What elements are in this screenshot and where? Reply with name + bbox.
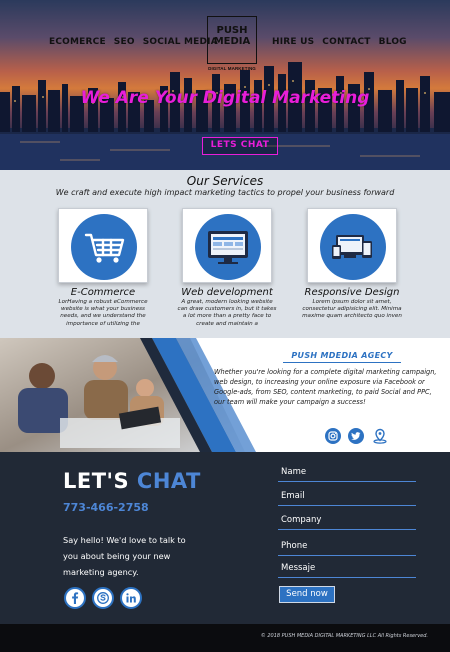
facebook-button[interactable] bbox=[64, 587, 86, 609]
service-text-ecommerce: LorHaving a robust eCommerce website is … bbox=[58, 299, 148, 327]
skype-button[interactable] bbox=[92, 587, 114, 609]
nav-link-contact[interactable]: CONTACT bbox=[322, 37, 370, 47]
shopping-cart-icon bbox=[84, 233, 125, 263]
service-title-web-development: Web development bbox=[181, 287, 273, 298]
logo-line-2: MEDIA bbox=[213, 36, 251, 47]
name-field[interactable]: Name bbox=[278, 464, 416, 482]
nav-link-blog[interactable]: BLOG bbox=[379, 37, 407, 47]
agency-text: Whether you're looking for a complete di… bbox=[214, 368, 437, 406]
services-title: Our Services bbox=[186, 174, 264, 188]
service-card-responsive-design[interactable] bbox=[307, 208, 397, 283]
send-now-button[interactable]: Send now bbox=[279, 586, 335, 603]
lets-chat-heading: LET'S CHAT bbox=[63, 469, 201, 493]
copyright-text: © 2018 PUSH MEDIA DIGITAL MARKETING LLC … bbox=[260, 633, 428, 639]
linkedin-icon bbox=[126, 593, 136, 603]
twitter-icon bbox=[351, 432, 361, 440]
message-field[interactable]: Messaje bbox=[278, 560, 416, 578]
service-text-responsive-design: Lorem ipsum dolor sit amet, consectetur … bbox=[302, 299, 402, 320]
services-subtitle: We craft and execute high impact marketi… bbox=[55, 188, 395, 197]
hero-title: We Are Your Digital Marketing bbox=[80, 88, 370, 108]
phone-number[interactable]: 773-466-2758 bbox=[63, 501, 149, 514]
logo[interactable]: PUSH MEDIA bbox=[207, 16, 257, 64]
location-pin-icon bbox=[373, 428, 387, 444]
nav-right: HIRE US CONTACT BLOG bbox=[272, 37, 415, 47]
contact-section: LET'S CHAT 773-466-2758 Say hello! We'd … bbox=[0, 452, 450, 624]
nav-link-hire-us[interactable]: HIRE US bbox=[272, 37, 314, 47]
responsive-devices-icon bbox=[332, 235, 372, 259]
lets-chat-heading-white: LET'S bbox=[63, 469, 130, 493]
agency-title: PUSH MDEDIA AGECY bbox=[283, 351, 401, 363]
services-section: Our Services We craft and execute high i… bbox=[0, 170, 450, 338]
service-card-web-development[interactable] bbox=[182, 208, 272, 283]
email-field[interactable]: Email bbox=[278, 488, 416, 506]
nav-link-seo[interactable]: SEO bbox=[114, 37, 135, 47]
logo-line-1: PUSH bbox=[216, 25, 248, 36]
service-text-web-development: A great, modern looking website can draw… bbox=[177, 299, 277, 327]
monitor-icon bbox=[208, 231, 248, 264]
lets-chat-heading-blue: CHAT bbox=[136, 469, 201, 493]
location-button[interactable] bbox=[372, 428, 388, 444]
logo-tagline: DIGITAL MARKETING bbox=[208, 66, 256, 71]
nav-left: ECOMERCE SEO SOCIAL MEDIA bbox=[49, 37, 226, 47]
linkedin-button[interactable] bbox=[120, 587, 142, 609]
company-field[interactable]: Company bbox=[278, 512, 416, 530]
contact-intro-text: Say hello! We'd love to talk to you abou… bbox=[63, 535, 186, 577]
instagram-button[interactable] bbox=[325, 428, 341, 444]
lets-chat-button[interactable]: LETS CHAT bbox=[202, 137, 278, 155]
phone-field[interactable]: Phone bbox=[278, 538, 416, 556]
service-card-ecommerce[interactable] bbox=[58, 208, 148, 283]
facebook-icon bbox=[72, 592, 79, 604]
service-title-ecommerce: E-Commerce bbox=[70, 287, 136, 298]
service-title-responsive-design: Responsive Design bbox=[304, 287, 400, 298]
twitter-button[interactable] bbox=[348, 428, 364, 444]
nav-link-ecomerce[interactable]: ECOMERCE bbox=[49, 37, 106, 47]
instagram-icon bbox=[328, 431, 338, 441]
agency-section: PUSH MDEDIA AGECY Whether you're looking… bbox=[0, 338, 450, 452]
footer: © 2018 PUSH MEDIA DIGITAL MARKETING LLC … bbox=[0, 624, 450, 652]
skype-icon bbox=[97, 592, 109, 604]
hero-section: ECOMERCE SEO SOCIAL MEDIA HIRE US CONTACT BL… bbox=[0, 0, 450, 170]
